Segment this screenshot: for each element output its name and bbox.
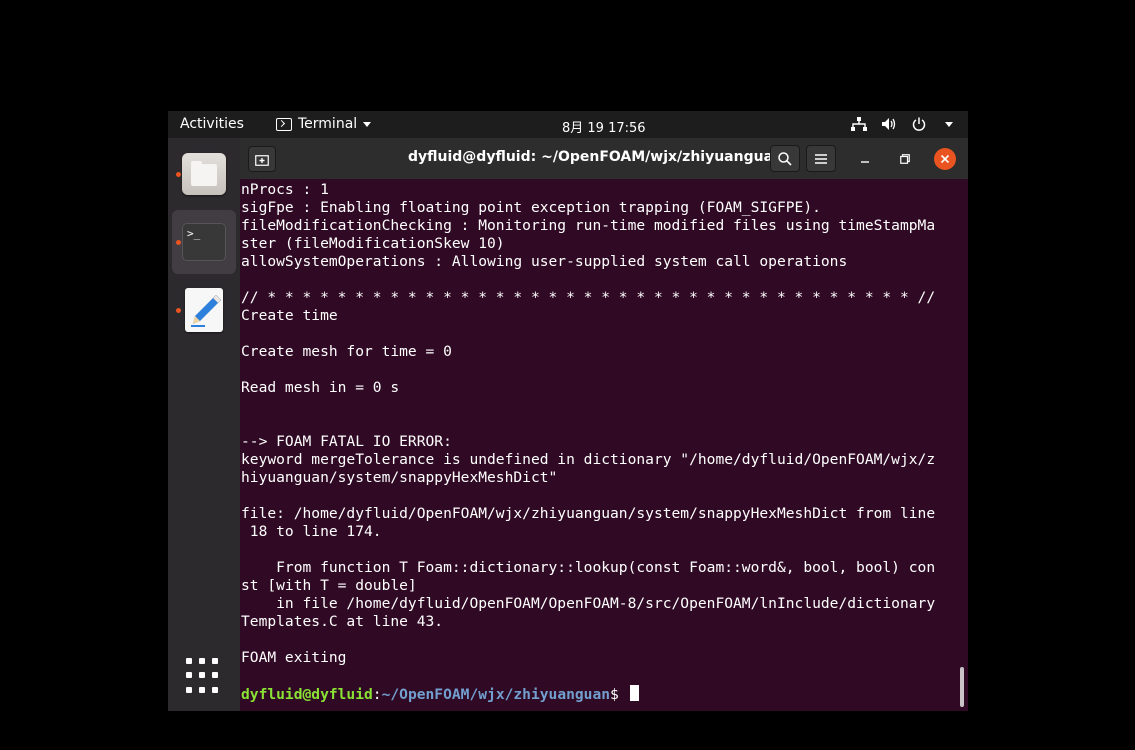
terminal-line: // * * * * * * * * * * * * * * * * * * *…	[241, 289, 936, 306]
new-tab-icon	[255, 154, 269, 166]
app-grid-icon[interactable]	[186, 658, 222, 694]
terminal-line: st [with T = double]	[241, 577, 417, 594]
chevron-down-icon	[363, 121, 372, 127]
restore-button[interactable]	[894, 148, 916, 170]
network-icon[interactable]	[850, 116, 868, 132]
terminal-line: file: /home/dyfluid/OpenFOAM/wjx/zhiyuan…	[241, 505, 936, 522]
terminal-line: FOAM exiting	[241, 649, 347, 666]
terminal-content[interactable]: nProcs : 1 sigFpe : Enabling floating poi…	[240, 179, 968, 711]
minimize-button[interactable]	[854, 148, 876, 170]
running-indicator	[176, 240, 181, 245]
close-button[interactable]	[934, 148, 956, 170]
search-button[interactable]	[770, 145, 800, 172]
terminal-line: --> FOAM FATAL IO ERROR:	[241, 433, 452, 450]
terminal-line: Create time	[241, 307, 338, 324]
power-icon[interactable]	[910, 116, 928, 132]
prompt-path: ~/OpenFOAM/wjx/zhiyuanguan	[381, 686, 611, 703]
dock-item-files[interactable]	[172, 142, 236, 206]
terminal-line: hiyuanguan/system/snappyHexMeshDict"	[241, 469, 558, 486]
window-title: dyfluid@dyfluid: ~/OpenFOAM/wjx/zhiyuang…	[408, 149, 783, 165]
new-tab-button[interactable]	[248, 146, 276, 172]
terminal-line: ster (fileModificationSkew 10)	[241, 235, 505, 252]
shell-prompt[interactable]: dyfluid@dyfluid:~/OpenFOAM/wjx/zhiyuangu…	[241, 685, 959, 703]
clock[interactable]: 8月 19 17:56	[562, 117, 646, 136]
dock-item-terminal[interactable]: >_	[172, 210, 236, 274]
terminal-icon	[276, 117, 292, 131]
app-menu-label: Terminal	[298, 116, 358, 132]
folder-icon	[182, 153, 226, 195]
terminal-line: From function T Foam::dictionary::lookup…	[241, 559, 936, 576]
minimize-icon	[861, 161, 869, 163]
system-tray[interactable]	[838, 116, 958, 132]
activities-button[interactable]: Activities	[180, 116, 244, 132]
dock: >_	[168, 138, 240, 711]
top-bar: Activities Terminal 8月 19 17:56	[168, 111, 968, 138]
terminal-line: nProcs : 1	[241, 181, 329, 198]
app-menu[interactable]: Terminal	[276, 116, 372, 132]
menu-button[interactable]	[806, 145, 836, 172]
volume-icon[interactable]	[880, 116, 898, 132]
terminal-line: 18 to line 174.	[241, 523, 382, 540]
search-icon	[778, 151, 792, 166]
prompt-symbol: $	[610, 686, 628, 703]
text-cursor	[629, 685, 639, 701]
terminal-line: Read mesh in = 0 s	[241, 379, 400, 396]
terminal-line: Templates.C at line 43.	[241, 613, 444, 630]
desktop: Activities Terminal 8月 19 17:56 >_ dyflu…	[168, 111, 968, 711]
prompt-user: dyfluid@dyfluid	[241, 686, 373, 703]
terminal-line: in file /home/dyfluid/OpenFOAM/OpenFOAM-…	[241, 595, 936, 612]
hamburger-menu-icon	[815, 153, 827, 164]
scrollbar[interactable]	[960, 667, 964, 707]
window-header-bar: dyfluid@dyfluid: ~/OpenFOAM/wjx/zhiyuang…	[240, 138, 968, 179]
terminal-icon: >_	[182, 223, 226, 261]
terminal-line: fileModificationChecking : Monitoring ru…	[241, 217, 936, 234]
close-icon	[940, 154, 950, 164]
terminal-line: keyword mergeTolerance is undefined in d…	[241, 451, 936, 468]
prompt-separator: :	[372, 686, 382, 703]
running-indicator	[176, 172, 181, 177]
chevron-down-icon[interactable]	[940, 116, 958, 132]
text-editor-icon	[185, 288, 223, 332]
terminal-line: allowSystemOperations : Allowing user-su…	[241, 253, 848, 270]
running-indicator	[176, 308, 181, 313]
dock-item-text-editor[interactable]	[172, 278, 236, 342]
terminal-line: Create mesh for time = 0	[241, 343, 452, 360]
restore-icon	[900, 154, 910, 164]
terminal-output: nProcs : 1 sigFpe : Enabling floating poi…	[241, 181, 959, 703]
terminal-line: sigFpe : Enabling floating point excepti…	[241, 199, 821, 216]
